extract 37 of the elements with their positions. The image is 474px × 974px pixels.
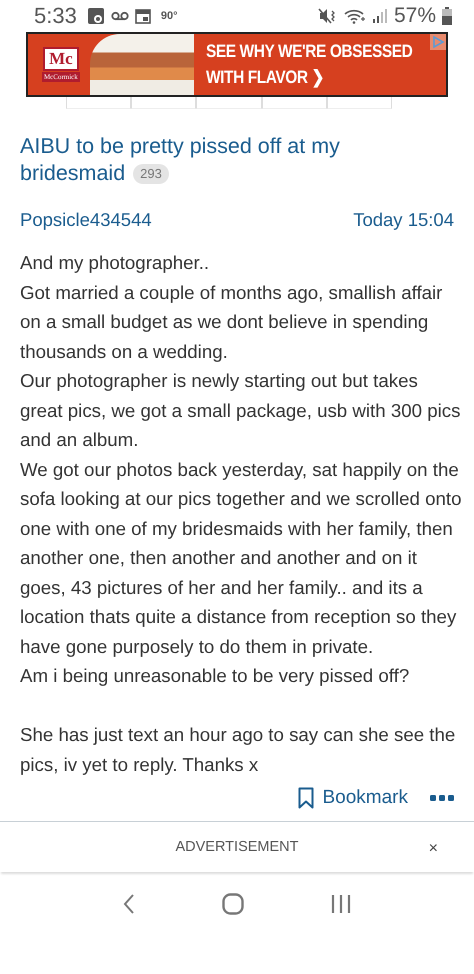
voicemail-icon <box>110 10 129 22</box>
author-name[interactable]: Popsicle434544 <box>20 208 152 232</box>
signal-icon <box>372 8 388 24</box>
tab-outline[interactable] <box>326 97 392 109</box>
bookmark-icon <box>298 787 314 809</box>
back-icon <box>123 893 136 915</box>
clock-time: 5:33 <box>34 3 77 29</box>
advertisement-label: ADVERTISEMENT <box>175 839 298 855</box>
thread-title[interactable]: bridesmaid <box>20 160 126 187</box>
tab-outline[interactable] <box>196 97 262 109</box>
tab-outline[interactable] <box>66 97 132 109</box>
logo-mark: Mc <box>43 47 79 71</box>
battery-percent: 57% <box>394 4 436 28</box>
ad-subline: WITH FLAVOR ❯ <box>206 66 325 88</box>
post-paragraph: We got our photos back yesterday, sat happily on the sofa looking at our pics together and we scrolled onto one with one of my bridesmaids with her family, then another one, then another and another and on it goes, 43 pictures of her and her family.. and its a location thats quite a distance from reception so they have gone purposely to do them in private. <box>20 458 462 659</box>
post-paragraph: She has just text an hour ago to say can she see the pics, iv yet to reply. Thanks x <box>20 723 456 777</box>
home-icon <box>222 893 244 915</box>
ad-headline: SEE WHY WE'RE OBSESSED <box>206 41 412 62</box>
post-paragraph: Our photographer is newly starting out but takes great pics, we got a small package, usb with 300 pics and an album. <box>20 369 462 452</box>
temperature-text: 90° <box>160 10 178 22</box>
recent-apps-icon <box>330 893 351 915</box>
calendar-icon <box>134 8 151 24</box>
close-button[interactable]: × <box>428 840 438 858</box>
battery-icon <box>442 7 452 25</box>
reply-count: 293 <box>133 164 169 184</box>
ad-choices-icon <box>430 34 446 50</box>
bookmark-button[interactable]: Bookmark <box>298 787 408 809</box>
post-paragraph: Am i being unreasonable to be very pissed off? <box>20 664 410 688</box>
post-time: Today 15:04 <box>353 208 454 232</box>
post-paragraph: And my photographer.. <box>20 251 210 275</box>
more-icon[interactable] <box>430 794 454 802</box>
tab-outline[interactable] <box>131 97 196 109</box>
tab-outline[interactable] <box>262 97 327 109</box>
post-paragraph: Got married a couple of months ago, smallish affair on a small budget as we dont believe in spending thousands on a wedding. <box>20 280 444 364</box>
image-notification-icon <box>86 7 105 25</box>
wifi-icon <box>344 8 366 24</box>
thread-title[interactable]: AIBU to be pretty pissed off at my <box>20 133 340 160</box>
